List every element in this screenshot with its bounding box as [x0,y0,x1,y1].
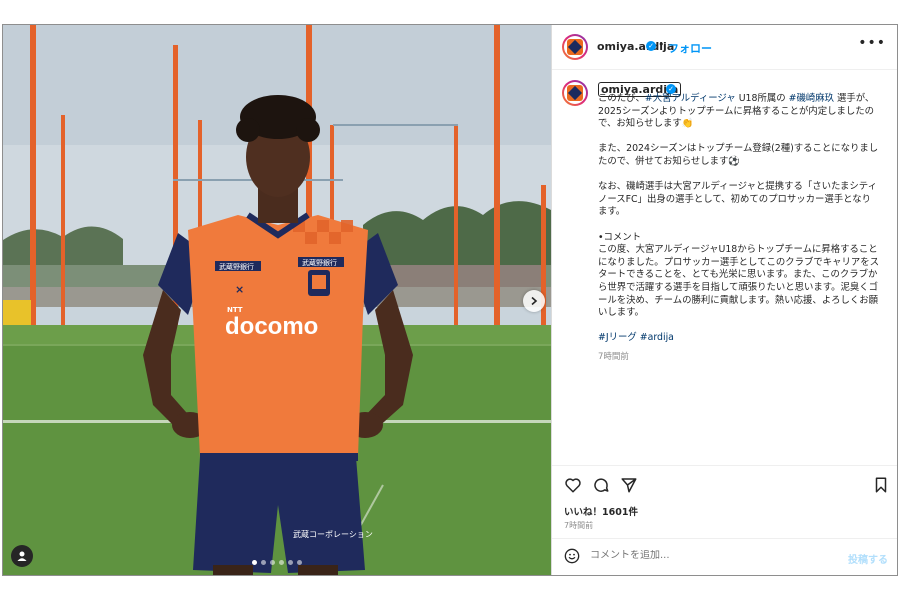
add-comment-bar: 投稿する [552,538,897,575]
account-avatar[interactable] [562,34,588,60]
player-photo: ⨯ NTT docomo 武蔵野銀行 武蔵野銀行 武蔵コーポレーション [3,25,551,575]
carousel-next-button[interactable] [523,290,545,312]
carousel-dot [270,560,275,565]
verified-badge-icon: ✓ [646,41,656,51]
more-options-button[interactable]: ••• [858,35,886,51]
follow-button[interactable]: フォロー [668,40,712,56]
post-caption: このたび、#大宮アルディージャ U18所属の #磯崎麻玖 選手が、2025シーズ… [598,93,880,345]
emoji-icon[interactable] [564,548,580,564]
post-side-panel: omiya.ardija ✓ • フォロー ••• omiya.ardija ✓… [551,25,897,575]
caption-hashtags: #Jリーグ #ardija [598,332,880,345]
chevron-right-icon [531,296,538,306]
instagram-post-window: ⨯ NTT docomo 武蔵野銀行 武蔵野銀行 武蔵コーポレーション omiy… [2,24,898,576]
brand-logo-icon: ⨯ [235,283,244,296]
caption-paragraph: このたび、#大宮アルディージャ U18所属の #磯崎麻玖 選手が、2025シーズ… [598,93,875,130]
hashtag-link[interactable]: #大宮アルディージャ [645,93,736,104]
hashtag-link[interactable]: #ardija [640,332,674,343]
post-comment-button[interactable]: 投稿する [848,551,888,566]
share-icon[interactable] [620,476,638,494]
carousel-dot [252,560,257,565]
carousel-dot [261,560,266,565]
carousel-indicator [3,560,551,565]
jersey-sponsor: docomo [225,313,318,340]
comment-input[interactable] [590,550,810,561]
post-header: omiya.ardija ✓ • フォロー ••• [552,25,897,70]
caption-paragraph: この度、大宮アルディージャU18からトップチームに昇格することになりました。プロ… [598,244,879,319]
caption-timestamp: 7時間前 [598,352,629,362]
club-crest-icon [567,39,583,55]
caption-avatar[interactable] [562,80,588,106]
like-heart-icon[interactable] [564,476,582,494]
jersey-right-chest: 武蔵野銀行 [302,258,337,267]
post-photo[interactable]: ⨯ NTT docomo 武蔵野銀行 武蔵野銀行 武蔵コーポレーション [3,25,551,575]
caption-paragraph: また、2024シーズンはトップチーム登録(2種)することになりましたので、併せて… [598,143,879,167]
post-timestamp: 7時間前 [564,521,594,530]
shorts-sponsor: 武蔵コーポレーション [293,529,373,539]
carousel-dot [279,560,284,565]
caption-paragraph: なお、磯崎選手は大宮アルディージャと提携する「さいたまシティノースFC」出身の選… [598,181,877,218]
carousel-dot [297,560,302,565]
like-count[interactable]: いいね！1601件 [564,504,638,518]
hashtag-link[interactable]: #Jリーグ [598,332,637,343]
comment-heading: •コメント [598,231,642,243]
comment-icon[interactable] [592,476,610,494]
save-bookmark-icon[interactable] [872,476,890,494]
club-crest-icon [567,85,583,101]
hashtag-link[interactable]: #磯崎麻玖 [789,93,834,104]
separator-dot: • [658,38,665,51]
carousel-dot [288,560,293,565]
jersey-left-chest: 武蔵野銀行 [219,262,254,271]
